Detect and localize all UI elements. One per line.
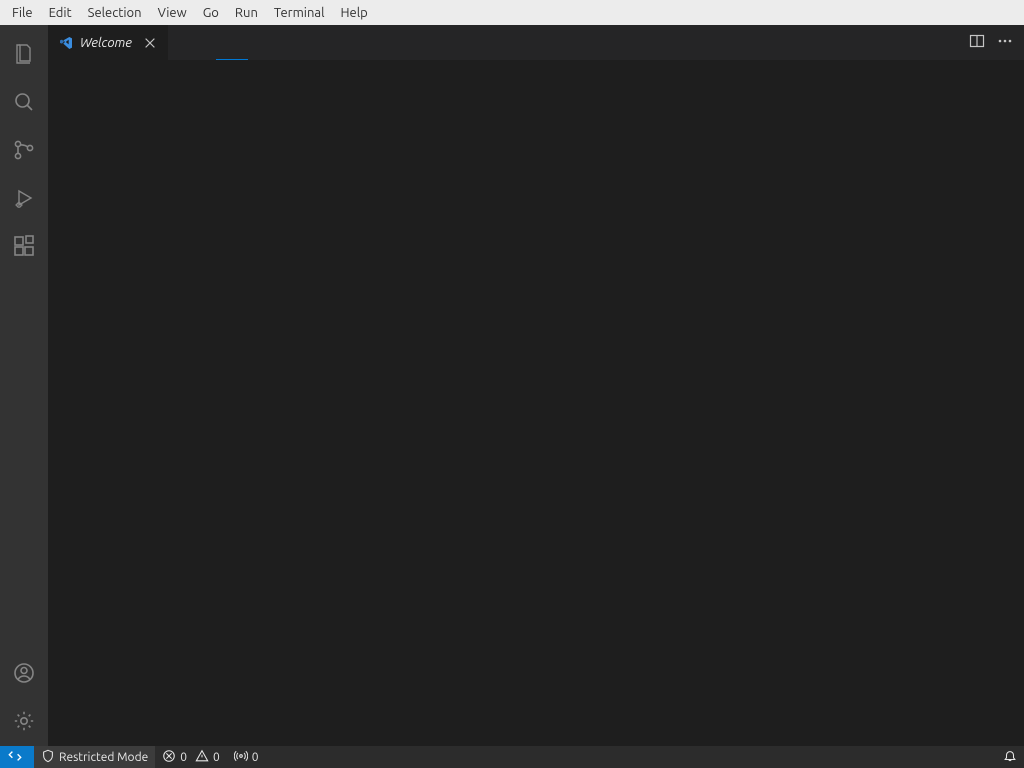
menu-selection[interactable]: Selection bbox=[80, 4, 150, 22]
status-notifications[interactable] bbox=[996, 746, 1024, 768]
split-editor-icon bbox=[969, 33, 985, 52]
status-bar: Restricted Mode 0 0 0 bbox=[0, 746, 1024, 768]
activity-search[interactable] bbox=[0, 79, 48, 127]
activity-accounts[interactable] bbox=[0, 650, 48, 698]
vscode-icon bbox=[58, 35, 74, 51]
close-icon[interactable] bbox=[142, 35, 158, 51]
bell-icon bbox=[1003, 749, 1017, 766]
status-ports-count: 0 bbox=[252, 751, 259, 764]
search-icon bbox=[12, 90, 36, 117]
more-icon bbox=[997, 33, 1013, 52]
more-actions-button[interactable] bbox=[994, 32, 1016, 54]
menu-help[interactable]: Help bbox=[332, 4, 375, 22]
tab-underline bbox=[48, 60, 1024, 61]
status-restricted-mode[interactable]: Restricted Mode bbox=[34, 746, 155, 768]
tab-welcome[interactable]: Welcome bbox=[48, 25, 169, 60]
tab-bar: Welcome bbox=[48, 25, 1024, 60]
activity-source-control[interactable] bbox=[0, 127, 48, 175]
status-restricted-label: Restricted Mode bbox=[59, 751, 148, 764]
tab-title: Welcome bbox=[80, 36, 132, 50]
menu-terminal[interactable]: Terminal bbox=[266, 4, 333, 22]
activity-bar bbox=[0, 25, 48, 746]
remote-icon bbox=[8, 749, 22, 766]
activity-explorer[interactable] bbox=[0, 31, 48, 79]
gear-icon bbox=[12, 709, 36, 736]
editor-group: Welcome bbox=[48, 25, 1024, 746]
menu-edit[interactable]: Edit bbox=[41, 4, 80, 22]
status-remote[interactable] bbox=[0, 746, 34, 768]
tab-actions bbox=[958, 25, 1024, 60]
activity-run-debug[interactable] bbox=[0, 175, 48, 223]
menu-view[interactable]: View bbox=[150, 4, 195, 22]
editor-body bbox=[48, 61, 1024, 746]
debug-icon bbox=[12, 186, 36, 213]
extensions-icon bbox=[12, 234, 36, 261]
menu-go[interactable]: Go bbox=[195, 4, 227, 22]
status-warning-count: 0 bbox=[213, 751, 220, 764]
split-editor-button[interactable] bbox=[966, 32, 988, 54]
files-icon bbox=[12, 42, 36, 69]
status-ports[interactable]: 0 bbox=[227, 746, 266, 768]
warning-icon bbox=[195, 749, 209, 766]
menu-file[interactable]: File bbox=[4, 4, 41, 22]
main-area: Welcome bbox=[0, 25, 1024, 746]
account-icon bbox=[12, 661, 36, 688]
status-problems[interactable]: 0 0 bbox=[155, 746, 227, 768]
shield-icon bbox=[41, 749, 55, 766]
status-error-count: 0 bbox=[180, 751, 187, 764]
activity-manage[interactable] bbox=[0, 698, 48, 746]
ports-icon bbox=[234, 749, 248, 766]
activity-extensions[interactable] bbox=[0, 223, 48, 271]
menu-run[interactable]: Run bbox=[227, 4, 266, 22]
menubar: File Edit Selection View Go Run Terminal… bbox=[0, 0, 1024, 25]
error-icon bbox=[162, 749, 176, 766]
source-control-icon bbox=[12, 138, 36, 165]
